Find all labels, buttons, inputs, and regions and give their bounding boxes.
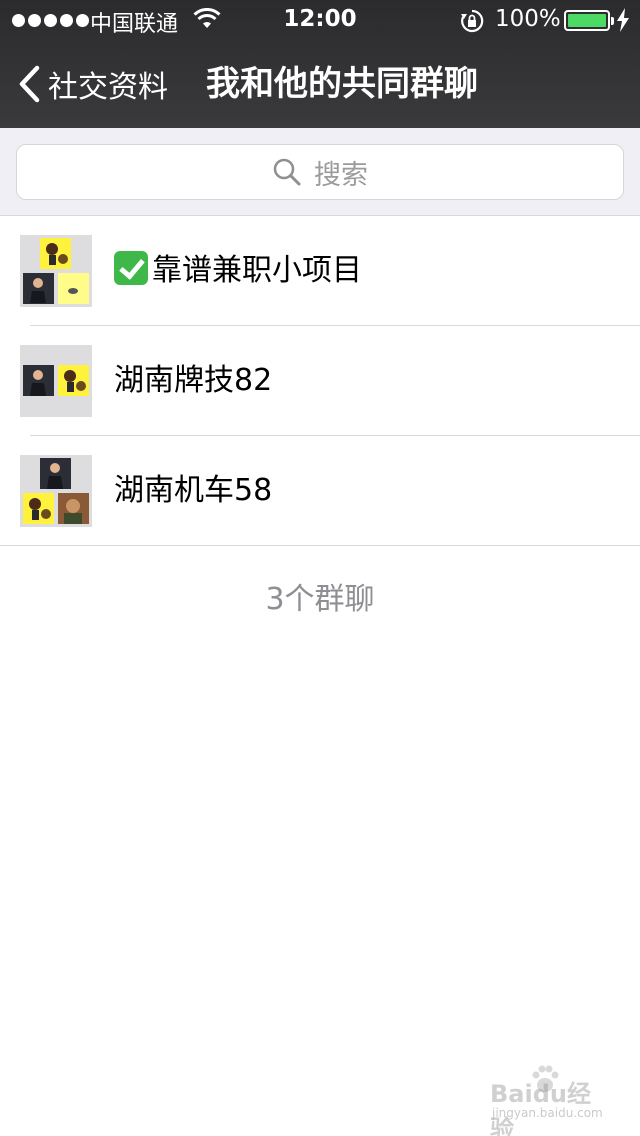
search-bar: 搜索: [0, 128, 640, 216]
group-name: 湖南机车58: [114, 473, 273, 508]
battery-icon: [564, 10, 614, 31]
page-title: 我和他的共同群聊: [206, 64, 478, 104]
status-bar: 中国联通 12:00 100%: [0, 0, 640, 40]
navigation-bar: 社交资料 我和他的共同群聊: [0, 40, 640, 128]
group-list: 靠谱兼职小项目 湖南牌技82 湖南机车58: [0, 216, 640, 546]
battery-percentage: 100%: [495, 6, 561, 32]
watermark-url: jingyan.baidu.com: [492, 1106, 603, 1120]
group-name: 湖南牌技82: [114, 363, 273, 398]
chevron-left-icon: [19, 65, 40, 103]
rotation-lock-icon: [461, 9, 484, 33]
search-icon: [273, 158, 301, 186]
charging-bolt-icon: [617, 8, 629, 32]
group-name: 靠谱兼职小项目: [114, 216, 362, 326]
group-row-1[interactable]: 靠谱兼职小项目: [0, 216, 640, 326]
back-button[interactable]: 社交资料: [18, 60, 168, 108]
group-avatar: [20, 235, 92, 307]
search-placeholder: 搜索: [314, 159, 368, 191]
group-row-2[interactable]: 湖南牌技82: [0, 326, 640, 436]
group-avatar: [20, 345, 92, 417]
baidu-jingyan-watermark: Baidu经验 jingyan.baidu.com: [490, 1062, 610, 1136]
top-bar: 中国联通 12:00 100% 社交资料 我和他的共同群聊: [0, 0, 640, 128]
watermark-logo-text: Baidu经验: [490, 1080, 591, 1136]
group-count-label: 3个群聊: [265, 582, 375, 617]
row-divider: [0, 545, 640, 546]
group-row-3[interactable]: 湖南机车58: [0, 436, 640, 546]
group-avatar: [20, 455, 92, 527]
search-input[interactable]: 搜索: [16, 144, 624, 200]
check-mark-emoji-icon: [114, 251, 148, 285]
back-button-label: 社交资料: [48, 70, 168, 105]
group-name-text: 靠谱兼职小项目: [152, 253, 362, 288]
